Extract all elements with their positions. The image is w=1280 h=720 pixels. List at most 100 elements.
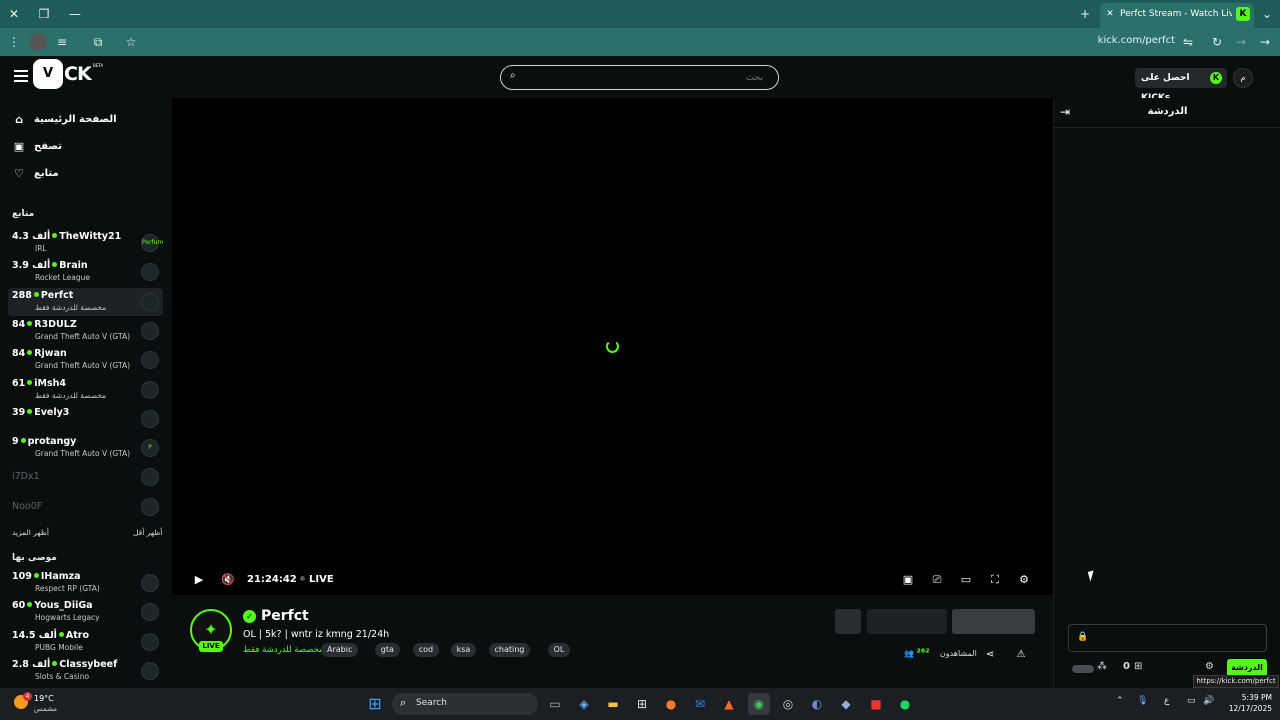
nav-browse[interactable]: ▣ تصفح — [12, 139, 162, 157]
language-indicator[interactable]: ع — [1164, 696, 1169, 706]
app-icon[interactable]: ▲ — [718, 693, 740, 715]
active-browser-tab[interactable]: ✕ Perfct Stream - Watch Live on K K — [1100, 3, 1254, 28]
user-avatar[interactable]: م — [1233, 68, 1253, 88]
streamer-name[interactable]: Perfct — [261, 608, 309, 624]
clock[interactable]: 5:39 PM 12/17/2025 — [1222, 692, 1272, 714]
sidebar-channel-imsh4[interactable]: 61 iMsh4 مخصصة للدردشة فقط — [8, 376, 163, 404]
bookmark-star-icon[interactable]: ☆ — [122, 33, 140, 51]
placeholder-button[interactable] — [867, 609, 947, 634]
search-input[interactable] — [523, 69, 763, 86]
channel-viewers: 61 — [12, 377, 26, 389]
placeholder-button[interactable] — [952, 609, 1035, 634]
new-tab-icon[interactable]: + — [1076, 5, 1094, 23]
sidebar-channel-i7dx1[interactable]: i7Dx1 — [8, 463, 163, 491]
play-icon[interactable]: ▶ — [191, 572, 207, 588]
channel-avatar — [141, 351, 159, 370]
task-view-icon[interactable]: ▭ — [544, 693, 566, 715]
restore-window-icon[interactable]: ❐ — [35, 5, 53, 23]
stream-tag[interactable]: gta — [374, 643, 400, 657]
sidebar-channel-classybeef[interactable]: 2.8 ألف Classybeef Slots & Casino — [8, 657, 163, 685]
show-more-link[interactable]: أظهر المزيد — [12, 528, 49, 537]
channel-name: Noo0F — [12, 500, 43, 512]
stream-category[interactable]: مخصصة للدردشة فقط — [243, 645, 324, 655]
nav-following[interactable]: ♡ متابع — [12, 166, 162, 184]
sidebar-channel-yous_diiga[interactable]: 60 Yous_DiiGa Hogwarts Legacy — [8, 598, 163, 626]
copilot-icon[interactable]: ◈ — [573, 693, 595, 715]
stream-tag[interactable]: ksa — [450, 643, 477, 657]
placeholder-button[interactable] — [835, 609, 861, 634]
show-less-link[interactable]: أظهر أقل — [133, 528, 162, 537]
stream-tag[interactable]: OL — [547, 643, 571, 657]
settings-gear-icon[interactable]: ⚙ — [1016, 572, 1032, 588]
taskbar-search[interactable]: ⌕ Search — [392, 693, 538, 715]
profile-icon[interactable] — [29, 33, 47, 51]
chat-input[interactable]: 🔒 — [1068, 624, 1267, 652]
forward-icon[interactable]: → — [1232, 33, 1250, 51]
menu-dots-icon[interactable]: ⋮ — [5, 33, 23, 51]
toggle-icon[interactable] — [1072, 665, 1094, 673]
reload-icon[interactable]: ↻ — [1208, 33, 1226, 51]
sidebar-channel-thewitty21[interactable]: 4.3 ألف TheWitty21 IRL Perfum — [8, 229, 163, 257]
stream-tag[interactable]: chating — [488, 643, 531, 657]
channel-name: iMsh4 — [34, 377, 66, 389]
mini-player-icon[interactable]: ▣ — [900, 572, 916, 588]
chat-settings-icon[interactable]: ⚙ — [1205, 661, 1214, 672]
network-icon[interactable]: ▭ — [1187, 696, 1196, 706]
taskbar-search-label: Search — [416, 698, 447, 708]
steam-icon[interactable]: ◆ — [835, 693, 857, 715]
app-icon[interactable]: ■ — [865, 693, 887, 715]
live-indicator[interactable]: LIVE — [300, 574, 334, 585]
get-kicks-button[interactable]: احصل على KICKs K — [1135, 68, 1227, 103]
site-settings-icon[interactable]: ⇋ — [1179, 33, 1197, 51]
media-control-icon[interactable]: ≡ — [53, 33, 71, 51]
share-icon[interactable]: ⋖ — [983, 648, 997, 662]
sidebar-channel-noo0f[interactable]: Noo0F — [8, 493, 163, 521]
outlook-icon[interactable]: ✉ — [689, 693, 711, 715]
muted-volume-icon[interactable]: 🔇 — [220, 572, 236, 588]
chrome-icon[interactable]: ◉ — [748, 693, 770, 715]
stream-tag[interactable]: cod — [412, 643, 440, 657]
sidebar-channel-protangy[interactable]: 9 protangy Grand Theft Auto V (GTA) P — [8, 434, 163, 462]
sidebar-channel-brain[interactable]: 3.9 ألف Brain Rocket League — [8, 258, 163, 286]
sidebar-channel-evely3[interactable]: 39 Evely3 — [8, 405, 163, 433]
weather-widget[interactable]: 4 19°C مشمس — [14, 692, 74, 716]
stream-tag[interactable]: Arabic — [321, 643, 359, 657]
fullscreen-icon[interactable]: ⛶ — [987, 572, 1003, 588]
channel-line: 84 R3DULZ — [12, 319, 77, 330]
minimize-window-icon[interactable]: — — [66, 5, 84, 23]
kicks-icon: ⁂ — [1097, 661, 1107, 672]
extensions-icon[interactable]: ⧉ — [89, 33, 107, 51]
url-field[interactable]: kick.com/perfct — [1080, 35, 1175, 46]
logo-beta: BETA — [93, 63, 104, 68]
tab-search-icon[interactable]: ⌄ — [1258, 5, 1276, 23]
sidebar-channel-r3dulz[interactable]: 84 R3DULZ Grand Theft Auto V (GTA) — [8, 317, 163, 345]
clip-icon[interactable]: ⎚ — [929, 572, 945, 588]
hamburger-menu-icon[interactable] — [14, 70, 28, 82]
channel-viewers: 109 — [12, 571, 32, 582]
search-box[interactable]: ⌕ — [500, 65, 779, 90]
sidebar-channel-perfct[interactable]: 288 Perfct مخصصة للدردشة فقط — [8, 287, 163, 316]
firefox-icon[interactable]: ● — [660, 693, 682, 715]
spotify-icon[interactable]: ● — [894, 693, 916, 715]
close-tab-icon[interactable]: ✕ — [1104, 3, 1116, 25]
gift-icon[interactable]: ⊞ — [1134, 661, 1142, 672]
windows-start-icon[interactable]: ⊞ — [364, 693, 386, 715]
volume-icon[interactable]: 🔊 — [1203, 696, 1214, 706]
app-icon[interactable]: ◎ — [777, 693, 799, 715]
back-icon[interactable]: → — [1256, 33, 1274, 51]
sidebar-channel-atro[interactable]: 14.5 ألف Atro PUBG Mobile — [8, 628, 163, 656]
tray-chevron-icon[interactable]: ⌃ — [1116, 696, 1124, 706]
theater-mode-icon[interactable]: ▭ — [958, 572, 974, 588]
report-warning-icon[interactable]: ⚠ — [1014, 648, 1028, 662]
sidebar-channel-ihamza[interactable]: 109 IHamza Respect RP (GTA) — [8, 569, 163, 597]
file-explorer-icon[interactable]: ▬ — [602, 693, 624, 715]
sidebar-channel-rjwan[interactable]: 84 Rjwan Grand Theft Auto V (GTA) — [8, 346, 163, 374]
microphone-icon[interactable]: 🎙 — [1137, 696, 1148, 706]
kick-logo[interactable]: V CK BETA — [33, 59, 107, 89]
discord-icon[interactable]: ◐ — [806, 693, 828, 715]
store-icon[interactable]: ⊞ — [631, 693, 653, 715]
video-player[interactable]: ▶ 🔇 21:24:42 LIVE ▣ ⎚ ▭ ⛶ ⚙ — [172, 98, 1053, 595]
channel-line: 288 Perfct — [12, 290, 73, 301]
nav-home[interactable]: ⌂ الصفحة الرئيسية — [12, 112, 162, 130]
close-window-icon[interactable]: ✕ — [5, 5, 23, 23]
